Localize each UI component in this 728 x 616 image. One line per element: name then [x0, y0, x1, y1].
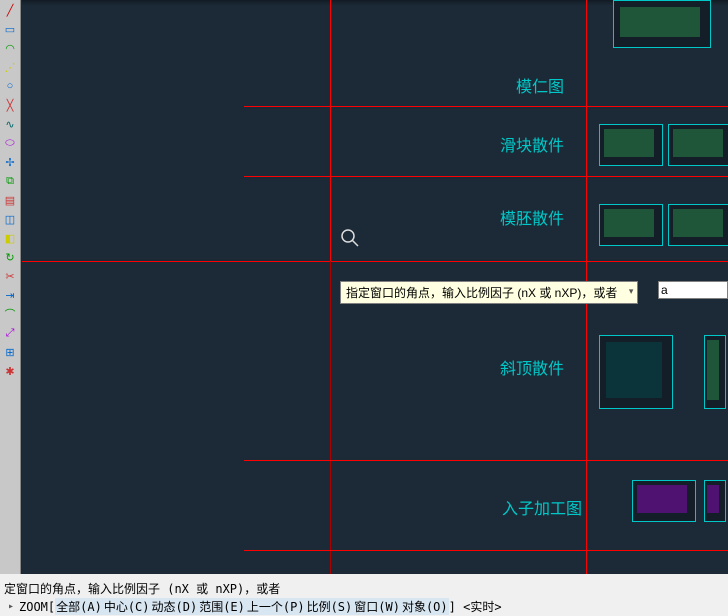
line-tool[interactable]: ╱	[1, 1, 19, 19]
zoom-option-all[interactable]: 全部(A)	[55, 598, 103, 615]
section-label-mopi: 模胚散件	[500, 205, 564, 229]
drawing-thumb	[599, 335, 673, 409]
drawing-thumb	[704, 335, 726, 409]
drawing-thumb	[668, 124, 728, 166]
divider-horizontal-main	[22, 261, 728, 262]
ellipse-tool[interactable]: ⬭	[1, 134, 19, 152]
section-label-xieding: 斜顶散件	[500, 355, 564, 379]
arc-tool[interactable]: ◠	[1, 39, 19, 57]
drawing-thumb	[704, 480, 726, 522]
zoom-option-extents[interactable]: 范围(E)	[198, 598, 246, 615]
explode-tool[interactable]: ✱	[1, 362, 19, 380]
zoom-option-object[interactable]: 对象(O)	[401, 598, 449, 615]
divider-vertical-lower	[330, 261, 331, 574]
drawing-thumb	[632, 480, 696, 522]
divider-section-4	[244, 550, 728, 551]
offset-tool[interactable]: ◫	[1, 210, 19, 228]
rect-tool[interactable]: ▭	[1, 20, 19, 38]
divider-section-2	[244, 176, 728, 177]
fillet-tool[interactable]: ⌒	[1, 305, 19, 323]
zoom-tooltip-text: 指定窗口的角点，输入比例因子 (nX 或 nXP)，或者	[346, 284, 617, 301]
divider-section-1	[244, 106, 728, 107]
section-label-mouren: 模仁图	[516, 73, 564, 97]
circle-tool[interactable]: ○	[1, 77, 19, 95]
drawing-thumb	[613, 0, 711, 48]
zoom-cursor-icon	[340, 228, 360, 248]
scale-tool[interactable]: ⤢	[1, 324, 19, 342]
vertical-toolbar: ╱ ▭ ◠ ⋰ ○ ╳ ∿ ⬭ ✢ ⧉ ▤ ◫ ◧ ↻ ✂ ⇥ ⌒ ⤢ ⊞ ✱	[0, 0, 21, 580]
divider-section-3	[244, 460, 728, 461]
polyline-tool[interactable]: ∿	[1, 115, 19, 133]
mirror-tool[interactable]: ◧	[1, 229, 19, 247]
zoom-option-dynamic[interactable]: 动态(D)	[151, 598, 199, 615]
command-prompt-line[interactable]: ▸ ZOOM [ 全部(A) 中心(C) 动态(D) 范围(E) 上一个(P) …	[4, 598, 502, 615]
zoom-inline-input[interactable]	[658, 281, 728, 299]
extend-tool[interactable]: ⇥	[1, 286, 19, 304]
zoom-option-center[interactable]: 中心(C)	[103, 598, 151, 615]
copy-tool[interactable]: ⧉	[1, 172, 19, 190]
drawing-thumb	[599, 204, 663, 246]
drawing-thumb	[668, 204, 728, 246]
zoom-option-window[interactable]: 窗口(W)	[353, 598, 401, 615]
tooltip-dropdown-icon[interactable]: ▾	[629, 286, 634, 297]
construction-line-tool[interactable]: ╳	[1, 96, 19, 114]
zoom-option-scale[interactable]: 比例(S)	[306, 598, 354, 615]
section-label-huakuai: 滑块散件	[500, 132, 564, 156]
zoom-option-previous[interactable]: 上一个(P)	[246, 598, 306, 615]
bracket-close: ] <实时>	[449, 598, 502, 615]
bracket-open: [	[48, 600, 55, 614]
rotate-tool[interactable]: ↻	[1, 248, 19, 266]
command-prompt-icon: ▸	[4, 600, 18, 614]
drawing-canvas[interactable]: 模仁图 滑块散件 模胚散件 斜顶散件 入子加工图 指定窗口的角点，输入比例因子 …	[22, 0, 728, 574]
command-bar: 定窗口的角点，输入比例因子 (nX 或 nXP)，或者 ▸ ZOOM [ 全部(…	[0, 574, 728, 616]
section-label-ruzi: 入子加工图	[502, 495, 582, 519]
array-tool[interactable]: ⊞	[1, 343, 19, 361]
yellow-tool[interactable]: ⋰	[1, 58, 19, 76]
zoom-tooltip: 指定窗口的角点，输入比例因子 (nX 或 nXP)，或者 ▾	[340, 281, 638, 304]
drawing-thumb	[599, 124, 663, 166]
move-tool[interactable]: ✢	[1, 153, 19, 171]
hatch-tool[interactable]: ▤	[1, 191, 19, 209]
command-name: ZOOM	[19, 600, 48, 614]
command-history-line: 定窗口的角点，输入比例因子 (nX 或 nXP)，或者	[4, 580, 280, 597]
trim-tool[interactable]: ✂	[1, 267, 19, 285]
divider-vertical-upper	[330, 0, 331, 261]
